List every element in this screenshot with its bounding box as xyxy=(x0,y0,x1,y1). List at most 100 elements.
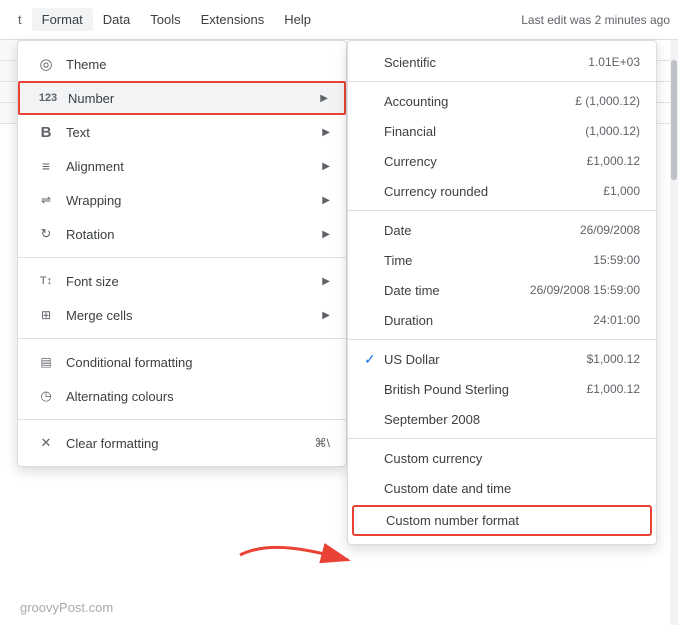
format-menu-alternating[interactable]: ◷ Alternating colours xyxy=(18,379,346,413)
separator-3 xyxy=(18,419,346,420)
conditional-label: Conditional formatting xyxy=(66,355,330,370)
sub-item-accounting[interactable]: Accounting £ (1,000.12) xyxy=(348,86,656,116)
alignment-arrow-icon: ▶ xyxy=(322,161,330,172)
clear-shortcut: ⌘\ xyxy=(315,436,330,450)
british-pound-value: £1,000.12 xyxy=(587,382,640,396)
custom-datetime-label: Custom date and time xyxy=(384,481,640,496)
menu-item-data[interactable]: Data xyxy=(93,8,140,31)
number-label: Number xyxy=(68,91,320,106)
format-menu-alignment[interactable]: ≡ Alignment ▶ xyxy=(18,149,346,183)
september-label: September 2008 xyxy=(384,412,628,427)
font-size-arrow-icon: ▶ xyxy=(322,276,330,287)
sub-item-custom-datetime[interactable]: Custom date and time xyxy=(348,473,656,503)
check-us-dollar: ✓ xyxy=(364,351,384,368)
sub-sep-2 xyxy=(348,210,656,211)
scrollbar-thumb[interactable] xyxy=(671,60,677,180)
datetime-label: Date time xyxy=(384,283,518,298)
sub-sep-3 xyxy=(348,339,656,340)
format-dropdown: ◎ Theme 123 Number ▶ B Text ▶ ≡ Alignmen… xyxy=(17,40,347,467)
separator-1 xyxy=(18,257,346,258)
us-dollar-value: $1,000.12 xyxy=(587,352,640,366)
menu-bar: t Format Data Tools Extensions Help Last… xyxy=(0,0,678,40)
theme-label: Theme xyxy=(66,57,330,72)
wrapping-arrow-icon: ▶ xyxy=(322,195,330,206)
currency-rounded-value: £1,000 xyxy=(603,184,640,198)
menu-item-extensions[interactable]: Extensions xyxy=(191,8,275,31)
number-arrow-icon: ▶ xyxy=(320,93,328,104)
text-icon: B xyxy=(34,124,58,141)
time-label: Time xyxy=(384,253,581,268)
format-menu-rotation[interactable]: ↻ Rotation ▶ xyxy=(18,217,346,251)
sub-item-us-dollar[interactable]: ✓ US Dollar $1,000.12 xyxy=(348,344,656,374)
sub-item-currency-rounded[interactable]: Currency rounded £1,000 xyxy=(348,176,656,206)
custom-currency-label: Custom currency xyxy=(384,451,640,466)
sub-sep-1 xyxy=(348,81,656,82)
alternating-label: Alternating colours xyxy=(66,389,330,404)
financial-label: Financial xyxy=(384,124,573,139)
watermark: groovyPost.com xyxy=(20,600,113,615)
number-icon: 123 xyxy=(36,92,60,104)
conditional-icon: ▤ xyxy=(34,355,58,369)
rotation-arrow-icon: ▶ xyxy=(322,229,330,240)
financial-value: (1,000.12) xyxy=(585,124,640,138)
currency-value: £1,000.12 xyxy=(587,154,640,168)
us-dollar-label: US Dollar xyxy=(384,352,575,367)
sub-item-datetime[interactable]: Date time 26/09/2008 15:59:00 xyxy=(348,275,656,305)
sub-item-currency[interactable]: Currency £1,000.12 xyxy=(348,146,656,176)
date-value: 26/09/2008 xyxy=(580,223,640,237)
last-edit-text: Last edit was 2 minutes ago xyxy=(521,13,670,27)
sub-item-scientific[interactable]: Scientific 1.01E+03 xyxy=(348,47,656,77)
menu-item-file[interactable]: t xyxy=(8,8,32,31)
format-menu-font-size[interactable]: T↕ Font size ▶ xyxy=(18,264,346,298)
font-size-icon: T↕ xyxy=(34,275,58,287)
sub-item-date[interactable]: Date 26/09/2008 xyxy=(348,215,656,245)
rotation-label: Rotation xyxy=(66,227,322,242)
format-menu-clear[interactable]: ✕ Clear formatting ⌘\ xyxy=(18,426,346,460)
scientific-label: Scientific xyxy=(384,55,576,70)
custom-number-label: Custom number format xyxy=(386,513,638,528)
currency-label: Currency xyxy=(384,154,575,169)
format-menu-theme[interactable]: ◎ Theme xyxy=(18,47,346,81)
alternating-icon: ◷ xyxy=(34,388,58,404)
font-size-label: Font size xyxy=(66,274,322,289)
format-menu-number[interactable]: 123 Number ▶ xyxy=(18,81,346,115)
format-menu-conditional[interactable]: ▤ Conditional formatting xyxy=(18,345,346,379)
format-menu-text[interactable]: B Text ▶ xyxy=(18,115,346,149)
accounting-value: £ (1,000.12) xyxy=(575,94,640,108)
clear-icon: ✕ xyxy=(34,435,58,451)
menu-item-format[interactable]: Format xyxy=(32,8,93,31)
sub-sep-4 xyxy=(348,438,656,439)
duration-value: 24:01:00 xyxy=(593,313,640,327)
scientific-value: 1.01E+03 xyxy=(588,55,640,69)
sub-item-custom-currency[interactable]: Custom currency xyxy=(348,443,656,473)
sub-item-financial[interactable]: Financial (1,000.12) xyxy=(348,116,656,146)
accounting-label: Accounting xyxy=(384,94,563,109)
text-arrow-icon: ▶ xyxy=(322,127,330,138)
sub-item-duration[interactable]: Duration 24:01:00 xyxy=(348,305,656,335)
format-menu-wrapping[interactable]: ⇌ Wrapping ▶ xyxy=(18,183,346,217)
rotation-icon: ↻ xyxy=(34,226,58,242)
datetime-value: 26/09/2008 15:59:00 xyxy=(530,283,640,297)
sub-item-british-pound[interactable]: British Pound Sterling £1,000.12 xyxy=(348,374,656,404)
wrapping-label: Wrapping xyxy=(66,193,322,208)
merge-cells-label: Merge cells xyxy=(66,308,322,323)
sub-item-september[interactable]: September 2008 xyxy=(348,404,656,434)
text-label: Text xyxy=(66,125,322,140)
number-submenu: Scientific 1.01E+03 Accounting £ (1,000.… xyxy=(347,40,657,545)
duration-label: Duration xyxy=(384,313,581,328)
clear-label: Clear formatting xyxy=(66,436,315,451)
alignment-label: Alignment xyxy=(66,159,322,174)
merge-cells-arrow-icon: ▶ xyxy=(322,310,330,321)
menu-item-tools[interactable]: Tools xyxy=(140,8,190,31)
british-pound-label: British Pound Sterling xyxy=(384,382,575,397)
scrollbar-track[interactable] xyxy=(670,40,678,625)
sub-item-time[interactable]: Time 15:59:00 xyxy=(348,245,656,275)
time-value: 15:59:00 xyxy=(593,253,640,267)
menu-item-help[interactable]: Help xyxy=(274,8,321,31)
alignment-icon: ≡ xyxy=(34,158,58,174)
currency-rounded-label: Currency rounded xyxy=(384,184,591,199)
wrapping-icon: ⇌ xyxy=(34,193,58,207)
theme-icon: ◎ xyxy=(34,55,58,73)
sub-item-custom-number[interactable]: Custom number format xyxy=(352,505,652,536)
format-menu-merge-cells[interactable]: ⊞ Merge cells ▶ xyxy=(18,298,346,332)
